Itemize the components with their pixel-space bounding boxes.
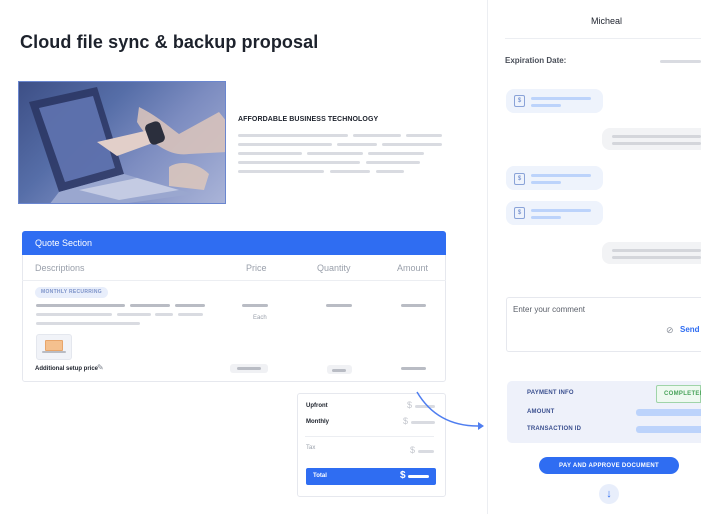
document-icon: $ — [514, 207, 525, 219]
tax-label: Tax — [306, 445, 316, 451]
setup-price-label: Additional setup price — [35, 366, 99, 372]
text-placeholder — [368, 152, 424, 155]
currency-symbol: $ — [400, 470, 406, 481]
comment-input[interactable] — [513, 303, 663, 315]
connector-arrow-icon — [416, 391, 484, 430]
column-header-descriptions: Descriptions — [35, 263, 85, 273]
recurring-badge: MONTHLY RECURRING — [35, 287, 108, 298]
text-placeholder — [382, 143, 442, 146]
column-header-quantity: Quantity — [317, 263, 351, 273]
message-placeholder — [531, 174, 591, 177]
message-placeholder — [612, 135, 701, 138]
transaction-id-placeholder — [636, 426, 701, 433]
divider — [305, 436, 434, 437]
line-item-placeholder — [130, 304, 170, 307]
line-item-placeholder — [36, 322, 140, 325]
text-placeholder — [337, 143, 377, 146]
setup-quantity-placeholder — [332, 369, 346, 372]
divider — [505, 38, 701, 39]
expiration-label: Expiration Date: — [505, 56, 567, 65]
column-header-price: Price — [246, 263, 267, 273]
column-header-amount: Amount — [397, 263, 429, 273]
text-placeholder — [376, 170, 404, 173]
message-placeholder — [531, 97, 591, 100]
transaction-id-label: TRANSACTION ID — [527, 426, 582, 432]
arrow-down-icon[interactable]: ↓ — [599, 484, 619, 504]
chat-message-reply — [602, 242, 701, 264]
document-icon: $ — [514, 95, 525, 107]
quote-section-title: Quote Section — [35, 238, 93, 248]
upfront-label: Upfront — [306, 403, 328, 409]
total-label: Total — [313, 473, 327, 479]
document-icon: $ — [514, 173, 525, 185]
text-placeholder — [238, 134, 348, 137]
amount-label: AMOUNT — [527, 409, 555, 415]
pay-and-approve-button[interactable]: PAY AND APPROVE DOCUMENT — [539, 457, 679, 474]
chat-message-reply — [602, 128, 701, 150]
message-placeholder — [531, 209, 591, 212]
price-unit: Each — [253, 315, 267, 321]
text-placeholder — [406, 134, 442, 137]
monthly-label: Monthly — [306, 419, 329, 425]
text-placeholder — [353, 134, 401, 137]
line-item-placeholder — [36, 313, 112, 316]
send-button[interactable]: Send — [680, 325, 700, 334]
amount-placeholder — [636, 409, 701, 416]
page-title: Cloud file sync & backup proposal — [20, 32, 319, 52]
pencil-icon[interactable]: ✎ — [97, 363, 104, 372]
paperclip-icon[interactable]: ⊘ — [666, 325, 674, 336]
laptop-hands-illustration — [29, 87, 225, 203]
line-item-placeholder — [36, 304, 125, 307]
expiration-placeholder — [660, 60, 701, 63]
message-placeholder — [531, 216, 561, 219]
quantity-placeholder — [326, 304, 352, 307]
text-placeholder — [238, 161, 360, 164]
message-placeholder — [531, 104, 561, 107]
divider — [22, 280, 446, 281]
total-placeholder — [408, 475, 429, 478]
payment-info-label: PAYMENT INFO — [527, 390, 574, 396]
line-item-placeholder — [178, 313, 203, 316]
currency-symbol: $ — [403, 416, 409, 426]
line-item-placeholder — [175, 304, 205, 307]
message-placeholder — [612, 142, 701, 145]
setup-amount-placeholder — [401, 367, 426, 370]
text-placeholder — [330, 170, 370, 173]
currency-symbol: $ — [410, 445, 416, 455]
status-badge: COMPLETED — [656, 385, 701, 403]
message-placeholder — [612, 249, 701, 252]
text-placeholder — [307, 152, 363, 155]
text-placeholder — [238, 170, 324, 173]
line-item-placeholder — [117, 313, 151, 316]
hero-heading: AFFORDABLE BUSINESS TECHNOLOGY — [238, 116, 379, 123]
message-placeholder — [612, 256, 701, 259]
user-name: Micheal — [591, 16, 623, 26]
message-placeholder — [531, 181, 561, 184]
line-item-placeholder — [155, 313, 173, 316]
price-placeholder — [242, 304, 268, 307]
setup-price-placeholder — [237, 367, 261, 370]
laptop-icon — [42, 340, 66, 353]
text-placeholder — [238, 143, 332, 146]
tax-placeholder — [418, 450, 434, 453]
text-placeholder — [366, 161, 420, 164]
hero-image — [18, 81, 226, 204]
laptop-thumbnail — [36, 334, 72, 360]
text-placeholder — [238, 152, 302, 155]
amount-placeholder — [401, 304, 426, 307]
